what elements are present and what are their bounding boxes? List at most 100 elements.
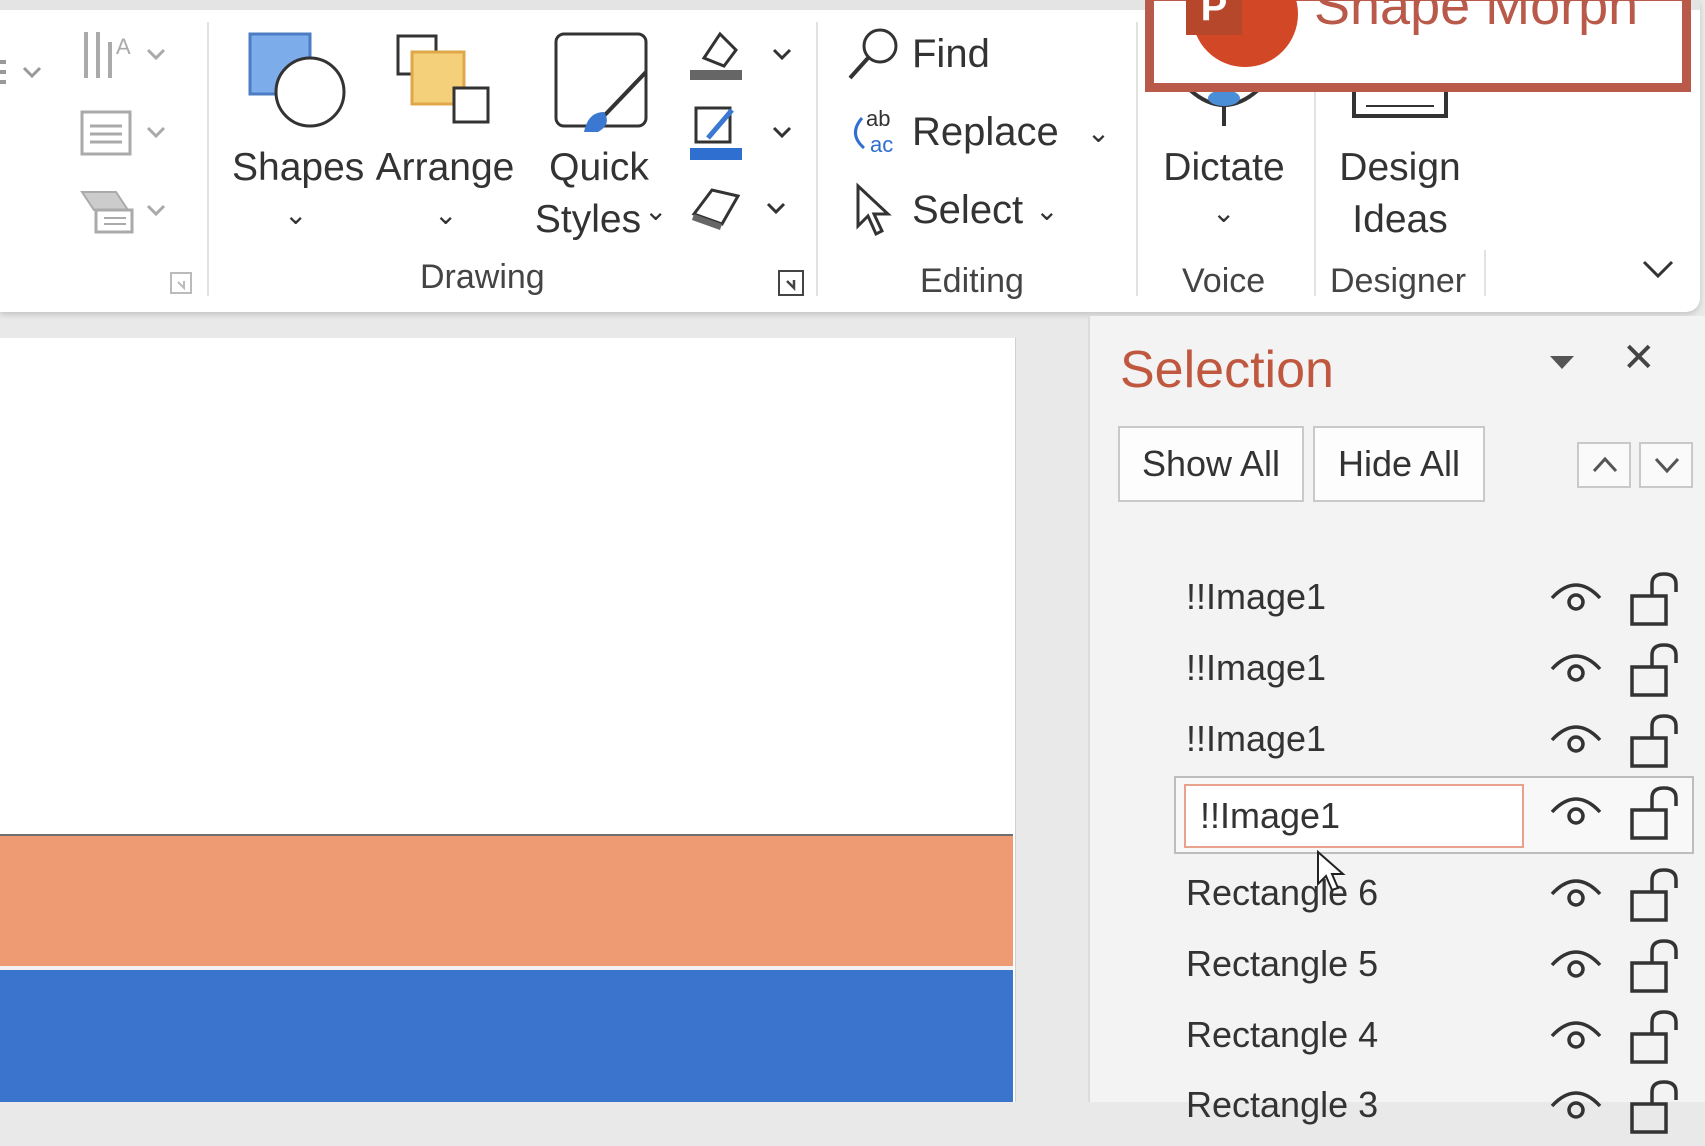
align-text-button[interactable] [80,108,170,158]
lock-toggle[interactable] [1628,866,1684,929]
selection-list-item[interactable]: Rectangle 5 [1090,935,1705,1005]
editing-group-label: Editing [920,262,1024,300]
smartart-icon [80,191,166,234]
visibility-toggle[interactable] [1548,576,1604,625]
designer-group-label: Designer [1330,262,1467,300]
shapes-icon [248,32,346,128]
svg-text:ab: ab [866,106,890,131]
find-button[interactable]: Find [846,26,990,82]
select-icon [856,182,892,237]
selection-list-item[interactable]: Rectangle 6 [1090,864,1705,934]
lock-toggle[interactable] [1628,937,1684,1000]
eye-icon[interactable] [1548,790,1604,834]
replace-icon: ab ac [854,106,893,157]
replace-label: Replace [912,109,1059,154]
bullets-dropdown[interactable] [0,54,46,94]
collapse-ribbon-icon[interactable] [1640,256,1676,280]
separator [1136,22,1138,296]
up-arrow-icon [1592,456,1618,473]
dictate-button[interactable]: Dictate ⌄ [1150,80,1298,240]
orange-rectangle[interactable] [0,834,1013,968]
selection-list-item[interactable]: !!Image1 [1090,639,1705,709]
chevron-down-icon: ⌄ [1086,116,1111,148]
shape-effects-icon [691,188,786,230]
eye-icon[interactable] [1548,1084,1604,1128]
lock-toggle[interactable] [1628,641,1684,704]
dictate-label: Dictate [1163,146,1285,189]
bring-forward-button[interactable] [1577,442,1631,488]
eye-icon[interactable] [1548,576,1604,620]
lock-icon[interactable] [1628,1008,1684,1066]
paragraph-launcher-icon[interactable] [170,272,192,294]
lock-icon[interactable] [1628,1078,1684,1136]
text-direction-button[interactable]: A [80,28,170,84]
hide-all-button[interactable]: Hide All [1313,426,1485,502]
item-name: Rectangle 6 [1186,872,1379,913]
eye-icon[interactable] [1548,718,1604,762]
blue-rectangle[interactable] [0,970,1013,1102]
item-name: !!Image1 [1186,576,1327,617]
rename-input[interactable] [1184,784,1524,848]
send-backward-button[interactable] [1639,442,1693,488]
selection-list-item[interactable]: Rectangle 4 [1090,1006,1705,1076]
selection-list-item[interactable]: Rectangle 3 [1090,1076,1705,1146]
lock-icon[interactable] [1628,570,1684,628]
visibility-toggle[interactable] [1548,1084,1604,1133]
quick-styles-icon [554,32,648,132]
selection-list-item[interactable]: !!Image1 [1090,710,1705,780]
shape-morph-badge: P Shape Morph [1145,0,1691,92]
selection-list-item[interactable]: !!Image1 [1090,568,1705,638]
drawing-launcher-icon[interactable] [778,270,804,296]
close-icon[interactable]: ✕ [1622,338,1656,378]
shape-fill-icon [690,31,792,80]
quick-styles-button[interactable]: Quick Styles ⌄ [526,28,672,248]
lock-toggle[interactable] [1628,1008,1684,1071]
lock-toggle[interactable] [1628,570,1684,633]
select-label: Select [912,187,1024,232]
lock-toggle[interactable] [1628,712,1684,775]
design-ideas-label-line1: Design [1339,146,1461,189]
lock-icon[interactable] [1628,937,1684,995]
powerpoint-logo-letter: P [1186,0,1242,35]
arrange-label: Arrange [375,146,515,189]
chevron-down-icon: ⌄ [644,195,668,226]
show-all-button[interactable]: Show All [1118,426,1304,502]
lock-icon[interactable] [1628,712,1684,770]
visibility-toggle[interactable] [1548,647,1604,696]
lock-icon[interactable] [1628,866,1684,924]
find-label: Find [912,31,990,76]
text-direction-icon: A [84,32,166,78]
smartart-button[interactable] [80,186,170,236]
design-ideas-button[interactable]: Design Ideas [1326,80,1474,250]
voice-group-label: Voice [1182,262,1266,300]
visibility-toggle[interactable] [1548,1014,1604,1063]
eye-icon[interactable] [1548,1014,1604,1058]
drawing-group-label: Drawing [420,258,545,296]
visibility-toggle[interactable] [1548,943,1604,992]
select-button[interactable]: Select ⌄ [846,182,1059,238]
chevron-down-icon: ⌄ [1212,197,1236,228]
arrange-button[interactable]: Arrange ⌄ [372,28,518,238]
pane-options-icon[interactable] [1550,356,1574,369]
item-name: Rectangle 3 [1186,1084,1379,1125]
visibility-toggle[interactable] [1548,718,1604,767]
shape-effects-button[interactable] [686,184,792,234]
shape-fill-button[interactable] [686,26,792,82]
eye-icon[interactable] [1548,943,1604,987]
item-name: !!Image1 [1186,718,1327,759]
quick-styles-label-line1: Quick [549,146,649,189]
lock-toggle[interactable] [1628,1078,1684,1141]
chevron-down-icon: ⌄ [434,199,458,230]
eye-icon[interactable] [1548,872,1604,916]
shapes-button[interactable]: Shapes ⌄ [230,28,364,238]
replace-button[interactable]: ab ac Replace ⌄ [846,104,1110,160]
eye-icon[interactable] [1548,647,1604,691]
lock-toggle[interactable] [1628,784,1684,847]
visibility-toggle[interactable] [1548,872,1604,921]
visibility-toggle[interactable] [1548,790,1604,839]
lock-icon[interactable] [1628,784,1684,842]
lock-icon[interactable] [1628,641,1684,699]
selection-list-item[interactable] [1090,776,1705,854]
item-name: Rectangle 4 [1186,1014,1379,1055]
shape-outline-button[interactable] [686,104,792,162]
